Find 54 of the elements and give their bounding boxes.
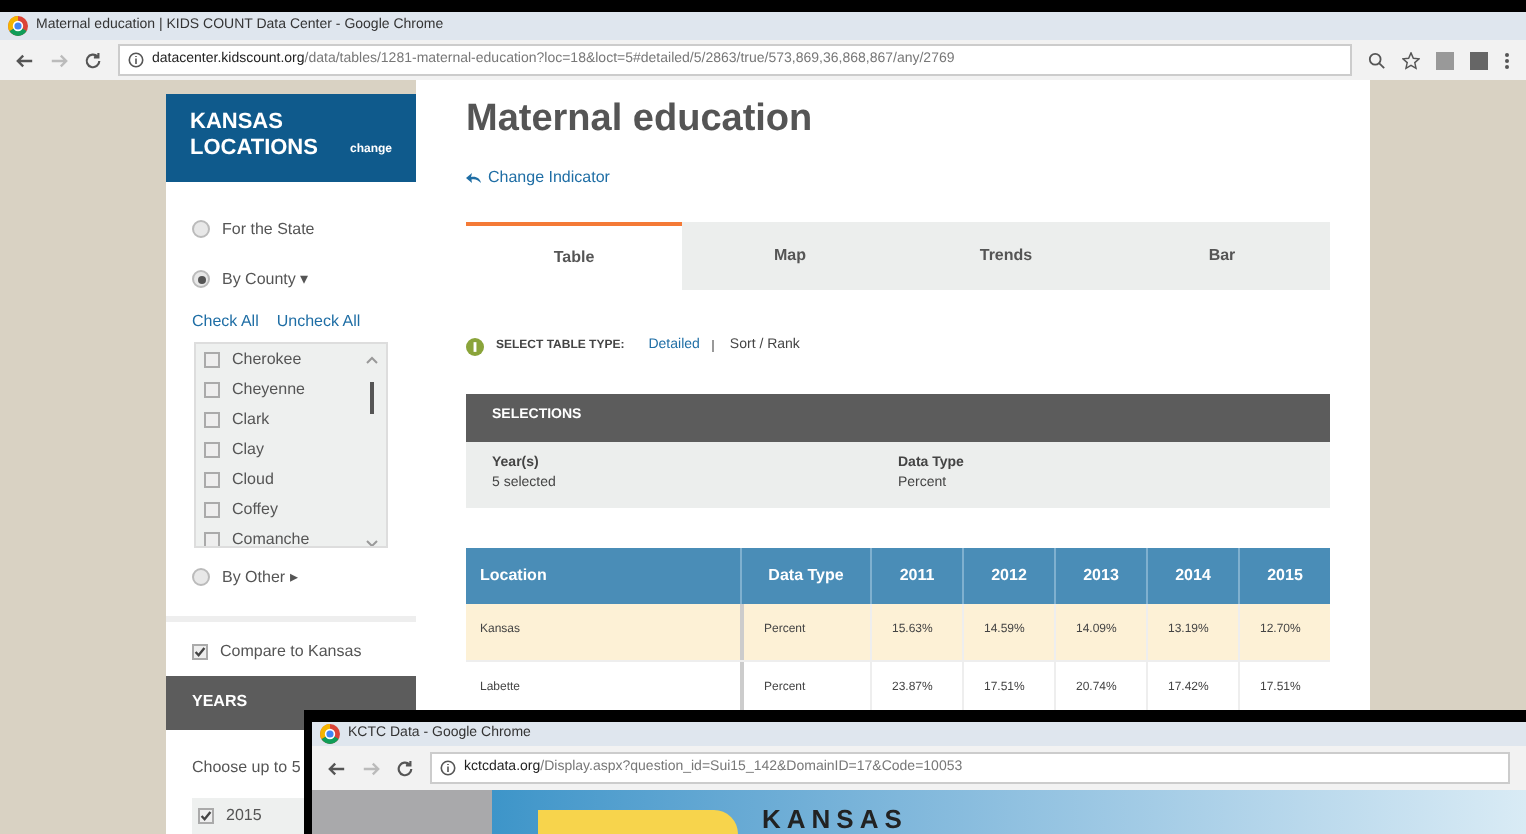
page-title: Maternal education	[466, 98, 815, 142]
banner-title: KANSAS	[762, 804, 908, 834]
info-icon	[440, 760, 456, 776]
reload-icon[interactable]	[84, 51, 102, 69]
browser-logo-icon	[8, 16, 28, 36]
info-icon	[466, 337, 484, 356]
info-icon	[128, 52, 144, 68]
check-all-link[interactable]: Check All	[192, 309, 259, 334]
uncheck-all-link[interactable]: Uncheck All	[276, 309, 361, 334]
browser-logo-icon	[320, 724, 340, 744]
view-tab[interactable]: Trends	[898, 222, 1114, 290]
checkbox[interactable]	[204, 381, 220, 398]
view-tab[interactable]: Map	[682, 222, 898, 290]
reload-icon[interactable]	[396, 759, 414, 777]
view-tab[interactable]: Bar	[1114, 222, 1330, 290]
checkbox[interactable]	[204, 411, 220, 428]
undo-arrow-icon[interactable]	[466, 172, 482, 184]
menu-icon[interactable]	[1504, 51, 1510, 69]
county-label[interactable]: Clay	[232, 437, 265, 462]
scroll-up-icon[interactable]	[366, 355, 378, 364]
locations-heading: KANSAS LOCATIONS	[190, 109, 320, 162]
change-indicator-link[interactable]: Change Indicator	[488, 166, 610, 190]
checkbox[interactable]	[198, 808, 214, 824]
scrollbar-thumb[interactable]	[370, 381, 374, 414]
compare-label[interactable]: Compare to Kansas	[220, 639, 362, 664]
county-label[interactable]: Cherokee	[232, 347, 302, 372]
county-label[interactable]: Cloud	[232, 467, 274, 492]
county-label[interactable]: Coffey	[232, 497, 278, 522]
zoom-icon[interactable]	[1368, 51, 1386, 69]
county-label[interactable]: Cheyenne	[232, 377, 305, 402]
checkbox[interactable]	[192, 643, 208, 660]
checkbox[interactable]	[204, 531, 220, 546]
star-icon[interactable]	[1402, 51, 1420, 69]
radio-label[interactable]: For the State	[222, 217, 315, 242]
radio-button[interactable]	[192, 270, 210, 289]
back-arrow-icon[interactable]	[16, 51, 34, 69]
year-label[interactable]: 2015	[226, 804, 262, 828]
years-hint: Choose up to 5	[192, 756, 301, 780]
checkbox[interactable]	[204, 471, 220, 488]
radio-label[interactable]: By Other ▸	[222, 565, 298, 590]
radio-label[interactable]: By County ▾	[222, 267, 309, 292]
county-label[interactable]: Comanche	[232, 527, 310, 546]
back-arrow-icon[interactable]	[328, 759, 346, 777]
column-header: Location	[478, 563, 549, 587]
checkbox[interactable]	[204, 441, 220, 458]
checkbox[interactable]	[204, 501, 220, 518]
forward-arrow-icon[interactable]	[50, 51, 68, 69]
county-label[interactable]: Clark	[232, 407, 270, 432]
checkbox[interactable]	[204, 351, 220, 368]
years-heading: YEARS	[192, 690, 248, 715]
radio-button[interactable]	[192, 220, 210, 239]
radio-button[interactable]	[192, 568, 210, 587]
forward-arrow-icon[interactable]	[362, 759, 380, 777]
scroll-down-icon[interactable]	[366, 539, 378, 546]
